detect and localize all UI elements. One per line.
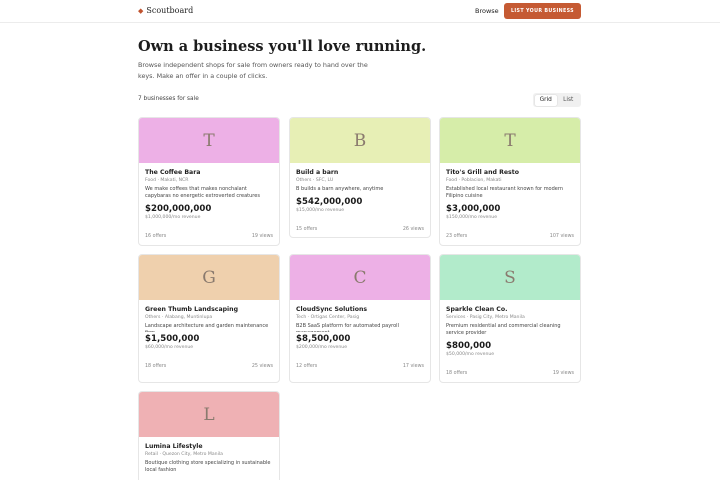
listing-name: The Coffee Bara bbox=[145, 169, 201, 176]
listing-card[interactable]: S Sparkle Clean Co. Services · Pasig Cit… bbox=[439, 254, 581, 383]
listing-name: Green Thumb Landscaping bbox=[145, 306, 239, 313]
listing-category-location: Tech · Ortigas Center, Pasig bbox=[296, 315, 360, 320]
listing-views: 19 views bbox=[251, 234, 273, 239]
listing-category-location: Food · Poblacion, Makati bbox=[446, 178, 502, 183]
listing-card[interactable]: L Lumina Lifestyle Retail · Quezon City,… bbox=[138, 391, 280, 480]
listing-revenue: $50,000/mo revenue bbox=[446, 352, 495, 357]
listing-name: Sparkle Clean Co. bbox=[446, 306, 508, 313]
listing-card[interactable]: G Green Thumb Landscaping Others · Alaba… bbox=[138, 254, 280, 383]
listing-offers: 23 offers bbox=[446, 234, 468, 239]
listing-name: Tito's Grill and Resto bbox=[446, 169, 519, 176]
listing-card[interactable]: T Tito's Grill and Resto Food · Poblacio… bbox=[439, 117, 581, 246]
listing-stats: 16 offers 19 views bbox=[145, 234, 273, 239]
listing-views: 19 views bbox=[552, 371, 574, 376]
listing-price: $800,000 bbox=[446, 341, 492, 351]
listing-offers: 15 offers bbox=[296, 227, 318, 232]
listing-thumbnail: C bbox=[290, 255, 430, 300]
listing-thumbnail: G bbox=[139, 255, 279, 300]
listing-revenue: $200,000/mo revenue bbox=[296, 345, 348, 350]
listing-revenue: $1,000,000/mo revenue bbox=[145, 215, 201, 220]
listing-category-location: Retail · Quezon City, Metro Manila bbox=[145, 452, 223, 457]
grid-view-button[interactable]: Grid bbox=[534, 94, 557, 106]
listing-thumbnail: L bbox=[139, 392, 279, 437]
listing-views: 26 views bbox=[402, 227, 424, 232]
listing-offers: 18 offers bbox=[145, 364, 167, 369]
listing-price: $8,500,000 bbox=[296, 334, 351, 344]
listing-card[interactable]: C CloudSync Solutions Tech · Ortigas Cen… bbox=[289, 254, 431, 383]
listing-description: Established local restaurant known for m… bbox=[446, 186, 564, 199]
listing-description: Premium residential and commercial clean… bbox=[446, 323, 561, 336]
listing-price: $200,000,000 bbox=[145, 204, 212, 214]
listing-offers: 12 offers bbox=[296, 364, 318, 369]
page-title: Own a business you'll love running. bbox=[138, 38, 427, 55]
listing-thumbnail: B bbox=[290, 118, 430, 163]
results-count: 7 businesses for sale bbox=[138, 96, 199, 102]
listing-offers: 18 offers bbox=[446, 371, 468, 376]
listing-category-location: Others · Alabang, Muntinlupa bbox=[145, 315, 213, 320]
listing-views: 107 views bbox=[549, 234, 574, 239]
top-navigation-bar: ◆ Scoutboard Browse LIST YOUR BUSINESS bbox=[0, 0, 720, 23]
list-your-business-button[interactable]: LIST YOUR BUSINESS bbox=[504, 3, 581, 19]
listing-stats: 18 offers 19 views bbox=[446, 371, 574, 376]
listing-price: $542,000,000 bbox=[296, 197, 363, 207]
list-view-button[interactable]: List bbox=[557, 95, 580, 106]
listing-revenue: $60,000/mo revenue bbox=[145, 345, 194, 350]
listing-category-location: Others · SFC, LU bbox=[296, 178, 334, 183]
listing-stats: 15 offers 26 views bbox=[296, 227, 424, 232]
listing-name: Build a barn bbox=[296, 169, 339, 176]
listing-thumbnail: T bbox=[440, 118, 580, 163]
listing-name: Lumina Lifestyle bbox=[145, 443, 203, 450]
listing-offers: 16 offers bbox=[145, 234, 167, 239]
listing-description: Landscape architecture and garden mainte… bbox=[145, 323, 269, 332]
nav-browse-link[interactable]: Browse bbox=[475, 7, 499, 15]
listing-revenue: $15,000/mo revenue bbox=[296, 208, 345, 213]
listing-card[interactable]: T The Coffee Bara Food · Makati, NCR We … bbox=[138, 117, 280, 246]
listing-stats: 18 offers 25 views bbox=[145, 364, 273, 369]
listing-category-location: Services · Pasig City, Metro Manila bbox=[446, 315, 525, 320]
view-toggle: Grid List bbox=[533, 93, 581, 107]
listing-description: Boutique clothing store specializing in … bbox=[145, 460, 271, 473]
brand-diamond-icon: ◆ bbox=[138, 7, 144, 15]
listing-description: B2B SaaS platform for automated payroll … bbox=[296, 323, 399, 332]
listing-card[interactable]: B Build a barn Others · SFC, LU B builds… bbox=[289, 117, 431, 238]
listing-views: 17 views bbox=[402, 364, 424, 369]
listing-revenue: $150,000/mo revenue bbox=[446, 215, 498, 220]
listing-category-location: Food · Makati, NCR bbox=[145, 178, 189, 183]
listing-name: CloudSync Solutions bbox=[296, 306, 368, 313]
listing-thumbnail: S bbox=[440, 255, 580, 300]
listing-description: We make coffees that makes nonchalant ca… bbox=[145, 186, 260, 199]
brand-name: Scoutboard bbox=[146, 6, 194, 15]
listing-price: $1,500,000 bbox=[145, 334, 200, 344]
listing-stats: 23 offers 107 views bbox=[446, 234, 574, 239]
page-subtitle: Browse independent shops for sale from o… bbox=[138, 61, 368, 80]
brand-logo[interactable]: ◆ Scoutboard bbox=[138, 6, 193, 16]
listing-description: B builds a barn anywhere, anytime bbox=[296, 186, 384, 192]
listing-price: $3,000,000 bbox=[446, 204, 501, 214]
listing-views: 25 views bbox=[251, 364, 273, 369]
listing-thumbnail: T bbox=[139, 118, 279, 163]
listing-stats: 12 offers 17 views bbox=[296, 364, 424, 369]
